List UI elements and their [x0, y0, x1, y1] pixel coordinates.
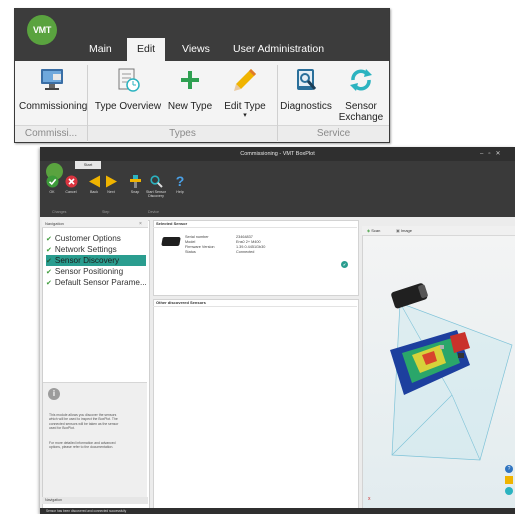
other-sensors-panel — [153, 299, 359, 514]
toolbar-group-step: Step — [102, 210, 110, 214]
status-text: Sensor has been discovered and connected… — [46, 509, 127, 513]
snap-label: Snap — [130, 190, 140, 194]
info-icon: i — [48, 388, 60, 400]
view-reset-icon[interactable] — [505, 476, 513, 484]
nav-item-label: Default Sensor Parame... — [54, 278, 146, 287]
tab-scan-label: Scan — [371, 228, 381, 233]
field-value: Connected — [236, 250, 255, 254]
diagnostics-label: Diagnostics — [280, 101, 332, 112]
tab-image[interactable]: ▣ Image — [396, 227, 412, 234]
nav-item-label: Network Settings — [54, 245, 117, 254]
help-icon: ? — [175, 173, 185, 189]
cancel-label: Cancel — [65, 190, 77, 194]
nav-item-label: Sensor Discovery — [54, 256, 120, 265]
navigation-header: Navigation — [42, 220, 148, 228]
sensor-model — [391, 283, 428, 309]
tab-image-label: Image — [400, 228, 413, 233]
edit-type-button[interactable]: Edit Type ▾ — [219, 65, 271, 119]
check-icon: ✔ — [46, 280, 52, 287]
start-sensor-discovery-button[interactable]: Start Sensor Discovery — [144, 174, 168, 198]
group-label-types: Types — [88, 125, 277, 142]
new-type-button[interactable]: New Type — [165, 65, 215, 112]
info-text-more: For more detailed information and advanc… — [49, 441, 116, 450]
snap-button[interactable]: Snap — [127, 174, 143, 194]
tab-start[interactable]: Start — [75, 161, 101, 169]
vmt-logo[interactable]: VMT — [27, 15, 57, 45]
cancel-button[interactable]: Cancel — [63, 174, 79, 194]
snap-icon — [127, 174, 143, 188]
arrow-left-icon — [86, 174, 102, 188]
nav-item-customer-options[interactable]: ✔ Customer Options — [46, 233, 146, 244]
check-icon: ✔ — [46, 258, 52, 265]
diagnostics-button[interactable]: Diagnostics — [279, 65, 333, 112]
help-label: Help — [176, 190, 184, 194]
new-type-label: New Type — [167, 101, 213, 112]
nav-item-label: Sensor Positioning — [54, 267, 124, 276]
search-icon — [144, 174, 168, 188]
tab-views[interactable]: Views — [172, 38, 220, 61]
toolbar-group-device: Device — [148, 210, 159, 214]
edit-type-label: Edit Type — [224, 101, 266, 112]
check-icon — [44, 174, 60, 188]
tab-main[interactable]: Main — [79, 38, 122, 61]
sensor-scan-3d: x — [368, 283, 513, 502]
sensor-field-keys: Serial number Model Firmware Version Sta… — [185, 235, 230, 255]
next-button[interactable]: Next — [103, 174, 119, 194]
sync-icon — [337, 65, 385, 95]
nav-item-network-settings[interactable]: ✔ Network Settings — [46, 244, 146, 255]
tab-edit[interactable]: Edit — [127, 38, 166, 61]
commissioning-window: Commissioning - VMT BoxPlot – ▫ ✕ Start … — [40, 147, 515, 514]
pencil-icon — [219, 65, 271, 95]
ok-label: OK — [49, 190, 55, 194]
toolbar-group-changes: Changes — [52, 210, 67, 214]
sensor-field-values: 23464837 Ens0 2+ M400 1.39.0.4451Gb30 Co… — [236, 235, 296, 255]
window-controls[interactable]: – ▫ ✕ — [480, 147, 515, 161]
ok-button[interactable]: OK — [44, 174, 60, 194]
tab-user-administration[interactable]: User Administration — [223, 38, 334, 61]
status-bar: Sensor has been discovered and connected… — [40, 508, 515, 514]
group-label-service: Service — [278, 125, 389, 142]
commissioning-label: Commissioning — [19, 101, 88, 112]
info-text: This module allows you discover the sens… — [49, 413, 119, 431]
other-sensors-header: Other discovered Sensors — [153, 299, 357, 307]
type-overview-icon — [93, 65, 163, 95]
sensor-exchange-label: Sensor Exchange — [338, 101, 384, 123]
pin-icon[interactable]: × — [139, 220, 142, 228]
plus-icon — [165, 65, 215, 95]
view-orbit-icon[interactable] — [505, 487, 513, 495]
next-label: Next — [107, 190, 115, 194]
type-overview-button[interactable]: Type Overview — [93, 65, 163, 112]
sensor-image — [161, 237, 181, 246]
commissioning-icon — [19, 65, 85, 95]
back-button[interactable]: Back — [86, 174, 102, 194]
help-icon[interactable]: ? — [505, 465, 513, 473]
cancel-icon — [63, 174, 79, 188]
nav-item-sensor-discovery[interactable]: ✔ Sensor Discovery — [46, 255, 146, 266]
selected-sensor-header: Selected Sensor — [153, 220, 357, 228]
check-icon: ✔ — [46, 247, 52, 254]
start-sensor-discovery-label: Start Sensor Discovery — [146, 190, 166, 198]
tab-scan[interactable]: ◈ Scan — [367, 227, 380, 234]
navigation-footer-tab[interactable]: Navigation — [42, 497, 148, 504]
nav-item-sensor-positioning[interactable]: ✔ Sensor Positioning — [46, 266, 146, 277]
back-label: Back — [90, 190, 98, 194]
check-icon: ✔ — [46, 269, 52, 276]
selected-sensor-panel — [153, 220, 359, 296]
help-button[interactable]: ? Help — [172, 174, 188, 194]
nav-item-default-sensor-parameters[interactable]: ✔ Default Sensor Parame... — [46, 277, 146, 288]
window-title: Commissioning - VMT BoxPlot — [40, 147, 515, 161]
type-overview-label: Type Overview — [94, 101, 162, 112]
field-key: Status — [185, 250, 196, 254]
nav-item-label: Customer Options — [54, 234, 121, 243]
connected-status-icon: ✔ — [341, 261, 348, 268]
group-label-commissioning: Commissi... — [15, 125, 87, 142]
diagnostics-icon — [279, 65, 333, 95]
sensor-exchange-button[interactable]: Sensor Exchange — [337, 65, 385, 123]
chevron-down-icon: ▾ — [243, 112, 247, 119]
commissioning-button[interactable]: Commissioning — [19, 65, 88, 112]
check-icon: ✔ — [46, 236, 52, 243]
arrow-right-icon — [103, 174, 119, 188]
svg-text:x: x — [368, 496, 371, 502]
ribbon-panel: VMT Main Edit Views User Administration … — [14, 8, 390, 143]
